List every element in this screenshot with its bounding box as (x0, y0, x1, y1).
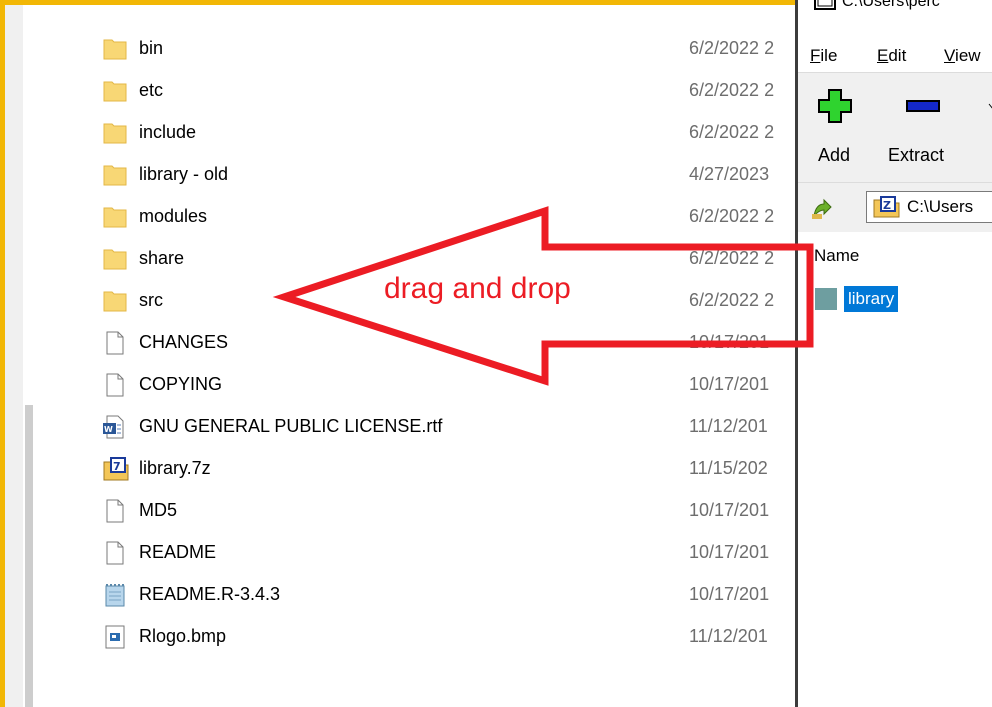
file-name: README.R-3.4.3 (139, 584, 281, 604)
file-row[interactable]: MD5 10/17/201 (5, 489, 795, 531)
annotation-text: drag and drop (384, 272, 571, 305)
archive-listing: Name library (798, 232, 992, 707)
file-name: COPYING (139, 374, 223, 394)
folder-icon (103, 121, 127, 145)
menu-edit[interactable]: Edit (877, 46, 906, 66)
file-row[interactable]: CHANGES 10/17/201 (5, 321, 795, 363)
file-name: CHANGES (139, 332, 229, 352)
menu-file[interactable]: File (810, 46, 837, 66)
folder-icon (103, 289, 127, 313)
window-title: C:\Users\perc (798, 0, 992, 22)
file-name: MD5 (139, 500, 178, 520)
file-name: share (139, 248, 185, 268)
column-header-name[interactable]: Name (814, 246, 859, 266)
file-date-modified: 10/17/201 (689, 584, 770, 604)
file-name: etc (139, 80, 164, 100)
file-date-modified: 6/2/2022 2 (689, 290, 775, 310)
menu-view[interactable]: View (944, 46, 981, 66)
folder-icon (103, 247, 127, 271)
file-icon (103, 331, 127, 355)
extract-button[interactable]: Extract (888, 89, 968, 179)
file-name: GNU GENERAL PUBLIC LICENSE.rtf (139, 416, 443, 436)
7z-archive-icon: Z (873, 196, 900, 218)
file-name: bin (139, 38, 164, 58)
extract-label: Extract (888, 145, 945, 165)
address-bar: Z C:\Users (798, 182, 992, 233)
chevron-down-icon (988, 103, 992, 109)
file-date-modified: 10/17/201 (689, 542, 770, 562)
file-row[interactable]: library - old 4/27/2023 (5, 153, 795, 195)
file-date-modified: 10/17/201 (689, 374, 770, 394)
address-text: C:\Users (907, 197, 974, 216)
archive-item-label: library (842, 285, 900, 313)
file-name: Rlogo.bmp (139, 626, 227, 646)
file-row[interactable]: bin 6/2/2022 2 (5, 27, 795, 69)
address-input[interactable]: Z C:\Users (866, 191, 992, 223)
file-date-modified: 6/2/2022 2 (689, 122, 775, 142)
minus-icon (906, 100, 940, 112)
file-row[interactable]: W GNU GENERAL PUBLIC LICENSE.rtf 11/12/201 (5, 405, 795, 447)
bitmap-icon (103, 625, 127, 649)
7zip-app-icon (814, 0, 836, 10)
file-name: README (139, 542, 217, 562)
file-explorer-pane: bin 6/2/2022 2 etc 6/2/2022 2 include 6/2/202… (5, 5, 795, 707)
7zip-window: C:\Users\perc File Edit View Add Extract (795, 0, 992, 707)
folder-icon (103, 205, 127, 229)
file-date-modified: 6/2/2022 2 (689, 248, 775, 268)
file-row[interactable]: 7 library.7z 11/15/202 (5, 447, 795, 489)
toolbar: Add Extract (798, 72, 992, 183)
file-date-modified: 6/2/2022 2 (689, 80, 775, 100)
svg-text:Z: Z (883, 199, 891, 212)
file-row[interactable]: etc 6/2/2022 2 (5, 69, 795, 111)
file-icon (103, 541, 127, 565)
file-name: library.7z (139, 458, 211, 478)
file-name: modules (139, 206, 208, 226)
file-date-modified: 6/2/2022 2 (689, 38, 775, 58)
file-date-modified: 11/15/202 (689, 458, 768, 478)
file-date-modified: 11/12/201 (689, 416, 768, 436)
window-title-text: C:\Users\perc (842, 0, 940, 10)
add-button[interactable]: Add (812, 89, 860, 179)
wordpad-doc-icon: W (103, 415, 127, 439)
file-date-modified: 10/17/201 (689, 332, 770, 352)
file-row[interactable]: README 10/17/201 (5, 531, 795, 573)
file-name: include (139, 122, 197, 142)
file-row[interactable]: COPYING 10/17/201 (5, 363, 795, 405)
svg-text:7: 7 (113, 460, 121, 473)
folder-icon (103, 79, 127, 103)
file-icon (103, 499, 127, 523)
file-row[interactable]: modules 6/2/2022 2 (5, 195, 795, 237)
plus-icon (818, 89, 852, 123)
menu-bar: File Edit View (798, 38, 992, 72)
add-label: Add (818, 145, 851, 165)
file-icon (103, 373, 127, 397)
file-date-modified: 6/2/2022 2 (689, 206, 775, 226)
folder-icon (103, 37, 127, 61)
notepad-doc-icon (103, 583, 127, 607)
file-row[interactable]: Rlogo.bmp 11/12/201 (5, 615, 795, 657)
file-date-modified: 4/27/2023 (689, 164, 770, 184)
folder-icon (815, 288, 837, 310)
folder-icon (103, 163, 127, 187)
up-folder-icon[interactable] (810, 196, 834, 220)
file-name: src (139, 290, 163, 310)
file-row[interactable]: include 6/2/2022 2 (5, 111, 795, 153)
file-row[interactable]: README.R-3.4.3 10/17/201 (5, 573, 795, 615)
file-date-modified: 11/12/201 (689, 626, 768, 646)
file-name: library - old (139, 164, 229, 184)
file-date-modified: 10/17/201 (689, 500, 770, 520)
7z-archive-icon: 7 (103, 457, 129, 481)
svg-text:W: W (104, 425, 113, 434)
